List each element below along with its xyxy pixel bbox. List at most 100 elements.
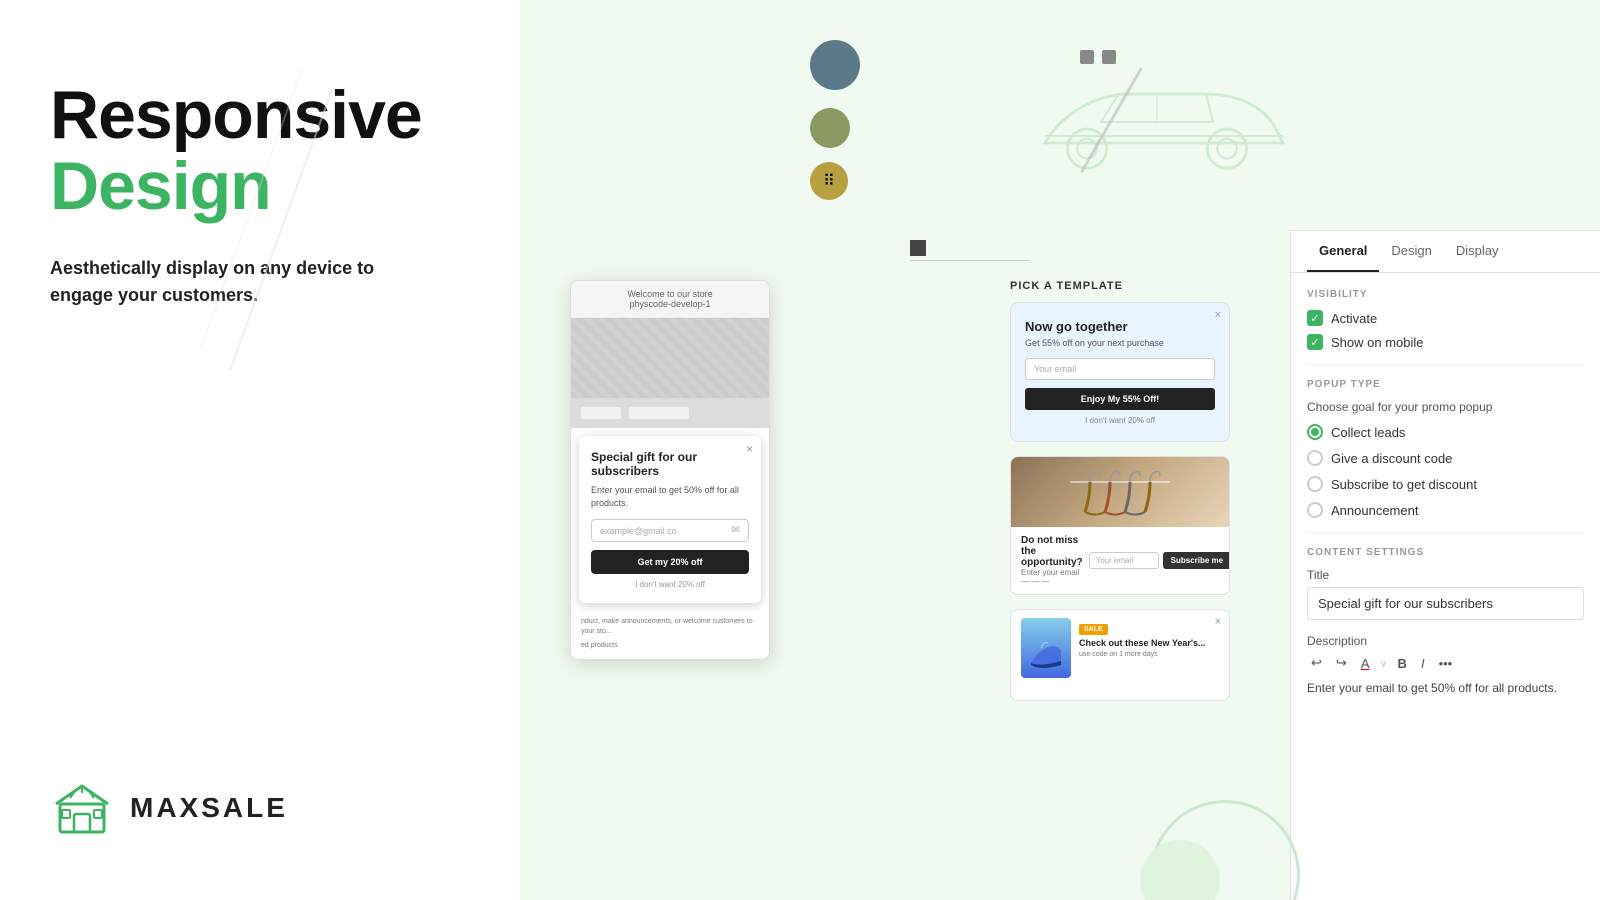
tpl1-footer: I don't want 20% off [1025, 416, 1215, 425]
radio-collect-leads[interactable]: Collect leads [1307, 424, 1584, 440]
mobile-url: Welcome to our store [581, 289, 759, 299]
decor-circle-3: ⠿ [810, 162, 848, 200]
radio-discount-code[interactable]: Give a discount code [1307, 450, 1584, 466]
radio-discount-code-label: Give a discount code [1331, 451, 1452, 466]
toolbar-redo[interactable]: ↪ [1332, 653, 1351, 673]
mobile-popup-close[interactable]: × [746, 442, 753, 456]
show-mobile-label: Show on mobile [1331, 335, 1424, 350]
template-card-3[interactable]: × SALE Check out these New Year's... use… [1010, 609, 1230, 701]
popup-type-label: POPUP TYPE [1307, 379, 1584, 390]
radio-announcement-circle[interactable] [1307, 502, 1323, 518]
show-mobile-checkbox[interactable]: ✓ [1307, 334, 1323, 350]
decor-line [910, 260, 1030, 261]
mobile-mockup: Welcome to our store physcode-develop-1 … [570, 280, 770, 660]
toolbar-bold[interactable]: B [1394, 654, 1411, 673]
tpl3-badge: SALE [1079, 624, 1108, 635]
mobile-popup-title: Special gift for our subscribers [591, 450, 749, 478]
tpl1-close[interactable]: × [1215, 309, 1221, 321]
right-panel: ⠿ Welcome to our store physcode-develop-… [520, 0, 1600, 900]
radio-subscribe-discount-label: Subscribe to get discount [1331, 477, 1477, 492]
settings-body: VISIBILITY ✓ Activate ✓ Show on mobile P… [1291, 273, 1600, 713]
decor-small-square [910, 240, 926, 256]
hero-text: Responsive Design Aesthetically display … [50, 80, 470, 309]
description-toolbar: ↩ ↪ A ∨ B I ••• [1307, 653, 1584, 673]
divider-2 [1307, 532, 1584, 533]
radio-subscribe-discount-circle[interactable] [1307, 476, 1323, 492]
hero-subtitle: Aesthetically display on any device to e… [50, 255, 390, 309]
left-panel: Responsive Design Aesthetically display … [0, 0, 520, 900]
radio-announcement[interactable]: Announcement [1307, 502, 1584, 518]
tpl1-input[interactable]: Your email [1025, 358, 1215, 380]
tpl3-product-image [1021, 618, 1071, 678]
desc-field-label: Description [1307, 634, 1584, 648]
tpl3-desc: use code on 1 more days [1079, 650, 1219, 659]
toolbar-more[interactable]: ••• [1435, 654, 1457, 673]
tpl2-button[interactable]: Subscribe me [1163, 552, 1230, 569]
tpl2-text: Do not miss the opportunity? Enter your … [1021, 535, 1083, 586]
mobile-store-name: physcode-develop-1 [581, 299, 759, 309]
tpl2-title: Do not miss the opportunity? [1021, 535, 1083, 568]
tpl2-input[interactable]: Your email [1089, 552, 1159, 569]
tpl2-image [1011, 457, 1229, 527]
mobile-content-row [571, 398, 769, 428]
tpl1-body: × Now go together Get 55% off on your ne… [1011, 303, 1229, 441]
radio-subscribe-discount[interactable]: Subscribe to get discount [1307, 476, 1584, 492]
radio-discount-code-circle[interactable] [1307, 450, 1323, 466]
title-field-label: Title [1307, 568, 1584, 582]
mobile-bottom-text: nduct, make announcements, or welcome cu… [571, 611, 769, 656]
tpl3-title: Check out these New Year's... [1079, 638, 1219, 648]
mobile-popup-button[interactable]: Get my 20% off [591, 550, 749, 574]
mobile-body-area [571, 318, 769, 398]
show-mobile-checkbox-row[interactable]: ✓ Show on mobile [1307, 334, 1584, 350]
mobile-popup-footer: I don't want 20% off [591, 580, 749, 589]
decor-squares [1080, 50, 1116, 70]
check-icon: ✓ [1310, 312, 1319, 325]
logo-icon [50, 776, 114, 840]
settings-panel: General Design Display VISIBILITY ✓ Acti… [1290, 230, 1600, 900]
logo-text: MAXSALE [130, 792, 288, 824]
template-card-1[interactable]: × Now go together Get 55% off on your ne… [1010, 302, 1230, 442]
template-card-2[interactable]: × [1010, 456, 1230, 595]
tab-display[interactable]: Display [1444, 231, 1511, 272]
toolbar-italic[interactable]: I [1417, 654, 1429, 673]
tab-general[interactable]: General [1307, 231, 1379, 272]
title-input[interactable] [1307, 587, 1584, 620]
tab-design[interactable]: Design [1379, 231, 1443, 272]
tpl3-body: × SALE Check out these New Year's... use… [1011, 610, 1229, 700]
visibility-label: VISIBILITY [1307, 289, 1584, 300]
divider-1 [1307, 364, 1584, 365]
tpl1-title: Now go together [1025, 319, 1215, 334]
activate-label: Activate [1331, 311, 1377, 326]
tpl2-content: Do not miss the opportunity? Enter your … [1011, 527, 1229, 594]
mobile-popup-desc: Enter your email to get 50% off for all … [591, 484, 749, 509]
decor-circle-1 [810, 40, 860, 90]
tpl1-button[interactable]: Enjoy My 55% Off! [1025, 388, 1215, 410]
mobile-header: Welcome to our store physcode-develop-1 [571, 281, 769, 318]
settings-tabs: General Design Display [1291, 231, 1600, 273]
activate-checkbox[interactable]: ✓ [1307, 310, 1323, 326]
radio-collect-leads-circle[interactable] [1307, 424, 1323, 440]
mobile-popup-input[interactable]: example@gmail.co ✉ [591, 519, 749, 542]
hero-title-responsive: Responsive [50, 80, 470, 151]
bottom-decor [1090, 780, 1290, 900]
mobile-body-overlay [571, 318, 769, 398]
description-text: Enter your email to get 50% off for all … [1307, 679, 1584, 697]
tpl2-input-row: Your email Subscribe me [1089, 552, 1230, 569]
logo-area: MAXSALE [50, 776, 470, 840]
toolbar-color[interactable]: A [1357, 654, 1374, 673]
tpl3-close[interactable]: × [1215, 616, 1221, 628]
popup-type-desc: Choose goal for your promo popup [1307, 400, 1584, 414]
radio-collect-leads-label: Collect leads [1331, 425, 1405, 440]
activate-checkbox-row[interactable]: ✓ Activate [1307, 310, 1584, 326]
tpl2-desc: Enter your email — — — [1021, 568, 1083, 586]
content-settings-label: CONTENT SETTINGS [1307, 547, 1584, 558]
toolbar-undo[interactable]: ↩ [1307, 653, 1326, 673]
check-icon-2: ✓ [1310, 336, 1319, 349]
mobile-popup: × Special gift for our subscribers Enter… [579, 436, 761, 603]
template-picker: PICK A TEMPLATE × Now go together Get 55… [1010, 280, 1230, 715]
tpl3-text-content: SALE Check out these New Year's... use c… [1079, 618, 1219, 659]
bg-illustration [1010, 0, 1290, 230]
decor-circle-2 [810, 108, 850, 148]
radio-announcement-label: Announcement [1331, 503, 1418, 518]
hero-title-design: Design [50, 151, 470, 222]
